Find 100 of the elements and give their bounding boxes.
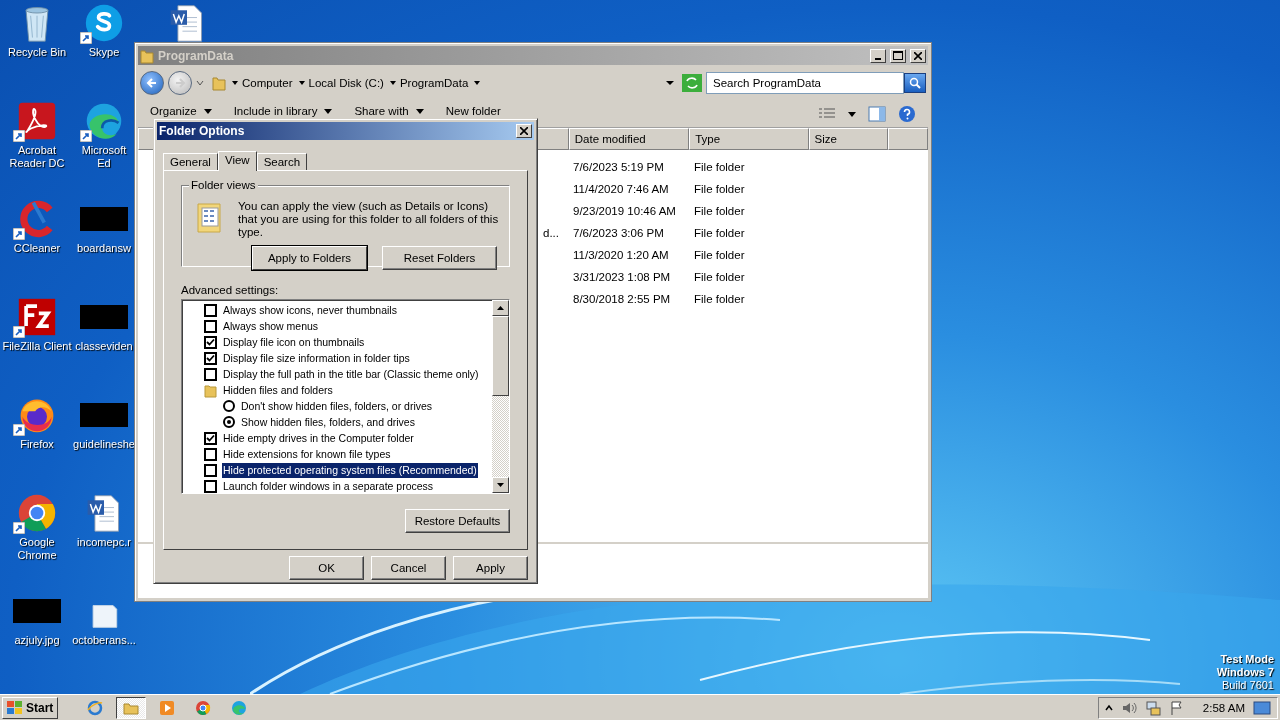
toolbar-button[interactable]: Organize — [150, 105, 212, 117]
back-button[interactable] — [140, 71, 164, 95]
dialog-button[interactable]: Apply — [453, 556, 528, 580]
column-header[interactable]: Size — [808, 128, 889, 150]
desktop-icon-label[interactable]: FileZilla Client — [2, 340, 72, 353]
shortcut-arrow-icon — [13, 228, 25, 240]
breadcrumb-item[interactable]: Local Disk (C:) — [308, 77, 384, 89]
checkbox[interactable] — [204, 303, 217, 317]
desktop-icon-label[interactable]: guidelineshe — [73, 438, 135, 451]
radio-button[interactable] — [223, 416, 235, 428]
toolbar-button[interactable]: New folder — [445, 105, 501, 117]
minimize-button[interactable] — [870, 48, 886, 63]
maximize-icon — [893, 51, 903, 60]
desktop-icon-label[interactable]: octoberans... — [72, 634, 136, 647]
checkbox[interactable] — [204, 479, 217, 493]
shortcut-arrow-icon — [13, 130, 25, 142]
close-button[interactable] — [516, 124, 532, 138]
redacted-thumbnail[interactable] — [80, 207, 128, 231]
setting-label[interactable]: Display file icon on thumbnails — [222, 334, 366, 350]
scroll-up-icon[interactable] — [497, 306, 504, 310]
desktop-icon-label[interactable]: Skype — [88, 46, 120, 59]
type-cell-text: File folder — [693, 161, 746, 173]
desktop-icon-label[interactable]: CCleaner — [13, 242, 61, 255]
column-header[interactable]: Type — [689, 128, 809, 150]
redacted-thumbnail[interactable] — [80, 403, 128, 427]
description-text: You can apply the view (such as Details or Icons) that you are using for this folder to all folders of this type. — [238, 200, 500, 239]
dialog-button[interactable]: OK — [289, 556, 364, 580]
chrome-icon[interactable] — [17, 493, 57, 533]
tab[interactable]: Search — [256, 153, 308, 170]
desktop-icon-label[interactable]: classeviden — [75, 340, 133, 353]
date-cell-text: 3/31/2023 1:08 PM — [572, 271, 672, 283]
scrollbar[interactable] — [492, 300, 509, 493]
system-info-text: Test Mode — [1220, 653, 1274, 666]
forward-button[interactable] — [168, 71, 192, 95]
checkbox[interactable] — [204, 319, 217, 333]
desktop-icon-label[interactable]: Acrobat Reader DC — [1, 144, 73, 170]
chevron-up-icon — [1104, 703, 1113, 712]
checkbox[interactable] — [204, 431, 217, 445]
setting-label[interactable]: Always show icons, never thumbnails — [222, 302, 398, 318]
type-cell-text: File folder — [693, 205, 746, 217]
checkbox[interactable] — [204, 335, 217, 349]
redacted-thumbnail[interactable] — [13, 599, 61, 623]
media-player-icon — [159, 699, 176, 716]
desktop-icon-label[interactable]: azjuly.jpg — [14, 634, 60, 647]
setting-label[interactable]: Always show menus — [222, 318, 320, 334]
search-button[interactable] — [904, 73, 926, 93]
breadcrumb-item[interactable]: ProgramData — [399, 77, 469, 89]
close-button[interactable] — [910, 48, 926, 63]
pdf-reader-icon[interactable] — [17, 101, 57, 141]
setting-label[interactable]: Hide extensions for known file types — [222, 446, 392, 462]
setting-label[interactable]: Show hidden files, folders, and drives — [240, 414, 416, 430]
checkbox[interactable] — [204, 351, 217, 365]
toolbar-button[interactable]: Include in library — [233, 105, 333, 117]
type-cell-text: File folder — [693, 271, 746, 283]
toolbar-button[interactable]: Share with — [354, 105, 424, 117]
clock[interactable]: 2:58 AM — [1202, 701, 1245, 714]
folder-icon — [212, 75, 226, 91]
date-cell-text: 11/4/2020 7:46 AM — [572, 183, 670, 195]
start-button[interactable]: Start — [2, 696, 59, 719]
column-header[interactable] — [888, 128, 928, 150]
setting-label[interactable]: Don't show hidden files, folders, or drives — [240, 398, 434, 414]
scroll-down-icon[interactable] — [497, 483, 504, 487]
tab[interactable]: General — [163, 153, 218, 170]
caret-icon — [232, 80, 238, 86]
setting-label[interactable]: Launch folder windows in a separate process — [222, 478, 435, 493]
dialog-button[interactable]: Apply to Folders — [252, 246, 367, 270]
taskbar-button[interactable] — [116, 696, 147, 719]
setting-label[interactable]: Hide protected operating system files (Recommended) — [222, 462, 478, 478]
ftp-client-icon[interactable] — [17, 297, 57, 337]
maximize-button[interactable] — [890, 48, 906, 63]
checkbox[interactable] — [204, 463, 217, 477]
search-field[interactable]: Search ProgramData — [706, 72, 904, 94]
desktop-icon-label[interactable]: Google Chrome — [1, 536, 73, 562]
section-label: Advanced settings: — [181, 284, 280, 296]
tab[interactable]: View — [217, 151, 257, 171]
caret-icon — [389, 80, 396, 86]
help-icon — [898, 105, 916, 123]
setting-label[interactable]: Hide empty drives in the Computer folder — [222, 430, 415, 446]
show-desktop-icon — [1253, 700, 1271, 715]
breadcrumb-item[interactable]: Computer — [242, 77, 293, 89]
restore-defaults-button[interactable]: Restore Defaults — [405, 509, 510, 533]
dialog-button[interactable]: Cancel — [371, 556, 446, 580]
desktop-icon-label[interactable]: Microsoft Ed — [74, 144, 134, 170]
radio-button[interactable] — [223, 400, 235, 412]
flag-icon — [1168, 699, 1185, 716]
desktop-icon-label[interactable]: Firefox — [20, 438, 54, 451]
checkbox[interactable] — [204, 367, 217, 381]
desktop-icon-label[interactable]: Recycle Bin — [7, 46, 67, 59]
dialog-button[interactable]: Reset Folders — [382, 246, 497, 270]
desktop-icon-label[interactable]: incomepc.r — [77, 536, 131, 549]
setting-label[interactable]: Display the full path in the title bar (Classic theme only) — [222, 366, 480, 382]
column-header[interactable]: Date modified — [568, 128, 690, 150]
setting-label[interactable]: Display file size information in folder tips — [222, 350, 411, 366]
skype-icon[interactable] — [84, 3, 124, 43]
checkbox[interactable] — [204, 447, 217, 461]
setting-label[interactable]: Hidden files and folders — [222, 382, 334, 398]
desktop-icon-label[interactable]: boardansw — [77, 242, 131, 255]
browser-icon[interactable] — [84, 101, 124, 141]
type-cell-text: File folder — [693, 227, 746, 239]
redacted-thumbnail[interactable] — [80, 305, 128, 329]
